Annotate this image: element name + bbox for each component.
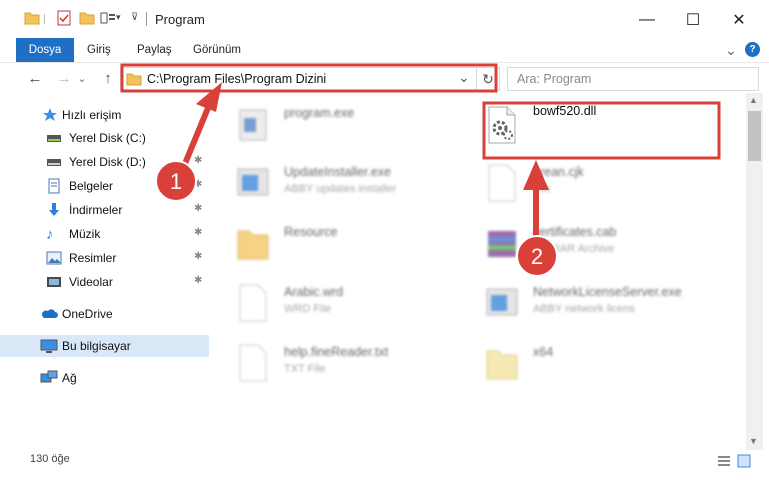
marker-1-label: 1 (170, 169, 182, 194)
status-bar: 130 öğe (0, 450, 769, 488)
annotation-overlay: 1 2 (120, 63, 721, 277)
large-icons-view-icon[interactable] (737, 454, 751, 471)
arrow-2-head (523, 160, 549, 190)
marker-2-label: 2 (531, 244, 543, 269)
item-count: 130 öğe (30, 453, 70, 465)
dll-highlight-box (482, 101, 721, 160)
arrow-1-shaft (181, 106, 211, 168)
address-highlight-box (120, 63, 498, 93)
arrow-1-head (196, 82, 222, 112)
details-view-icon[interactable] (717, 454, 731, 471)
